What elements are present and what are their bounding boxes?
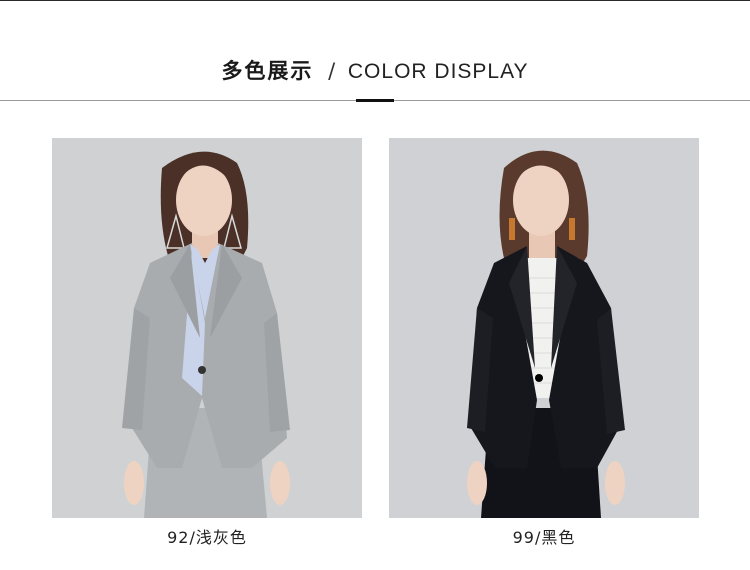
product-image-light-gray[interactable]: [52, 138, 362, 518]
title-underline-accent: [356, 99, 394, 102]
section-title-en: COLOR DISPLAY: [347, 60, 529, 83]
model-black-blazer-illustration: [467, 150, 625, 518]
product-caption-black: 99/黑色: [512, 528, 576, 547]
product-caption-light-gray: 92/浅灰色: [167, 528, 247, 547]
top-divider: [0, 0, 750, 1]
model-light-gray-blazer-illustration: [122, 151, 290, 518]
title-separator: /: [328, 59, 336, 83]
section-title: 多色展示 / COLOR DISPLAY: [0, 56, 750, 87]
section-title-cn: 多色展示: [221, 59, 314, 83]
product-image-black[interactable]: [389, 138, 699, 518]
